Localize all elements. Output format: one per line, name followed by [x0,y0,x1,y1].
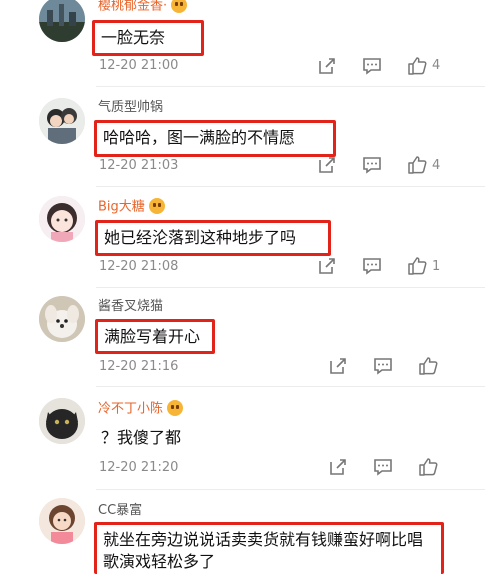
thumbs-up-icon[interactable] [407,155,427,175]
comment-time: 12-20 21:16 [99,359,179,374]
share-icon[interactable] [317,155,337,175]
commenter-name[interactable]: Big大糖 [98,198,165,216]
comment-time: 12-20 21:08 [99,259,179,274]
avatar[interactable] [39,196,85,242]
thumbs-up-icon[interactable] [407,256,427,276]
comment-icon[interactable] [362,155,382,175]
thumbs-up-icon[interactable] [418,457,438,477]
share-icon[interactable] [328,356,348,376]
commenter-name[interactable]: CC暴富 [98,503,142,519]
comment-text: 一脸无奈 [92,20,204,56]
divider [96,386,485,387]
vip-badge-icon [148,198,165,214]
comment-text: 满脸写着开心 [95,319,215,354]
share-icon[interactable] [317,256,337,276]
divider [96,186,485,187]
comment-time: 12-20 21:03 [99,158,179,173]
divider [96,86,485,87]
commenter-name[interactable]: 气质型帅锅 [98,100,163,116]
comment-text: ？我傻了都 [101,428,182,447]
comment-time: 12-20 21:00 [99,58,179,73]
avatar[interactable] [39,498,85,544]
vip-badge-icon [167,400,184,416]
vip-badge-icon [171,0,188,13]
thumbs-up-icon[interactable] [418,356,438,376]
comment-text: 就坐在旁边说说话卖卖货就有钱赚蛮好啊比唱歌演戏轻松多了 [94,522,444,574]
like-count: 4 [432,158,441,173]
share-icon[interactable] [317,56,337,76]
share-icon[interactable] [328,457,348,477]
avatar[interactable] [39,98,85,144]
commenter-name[interactable]: 樱桃郁金香· [98,0,188,15]
divider [96,287,485,288]
commenter-name[interactable]: 酱香叉烧猫 [98,299,163,315]
thumbs-up-icon[interactable] [407,56,427,76]
divider [96,489,485,490]
commenter-name[interactable]: 冷不丁小陈 [98,400,184,418]
like-count: 4 [432,58,441,73]
like-count: 1 [432,259,441,274]
comment-icon[interactable] [362,56,382,76]
comment-icon[interactable] [362,256,382,276]
comment-time: 12-20 21:20 [99,460,179,475]
comment-icon[interactable] [373,457,393,477]
comment-text: 她已经沦落到这种地步了吗 [95,220,331,256]
comment-icon[interactable] [373,356,393,376]
avatar[interactable] [39,398,85,444]
avatar[interactable] [39,0,85,42]
avatar[interactable] [39,296,85,342]
comment-text: 哈哈哈，图一满脸的不情愿 [94,120,336,157]
